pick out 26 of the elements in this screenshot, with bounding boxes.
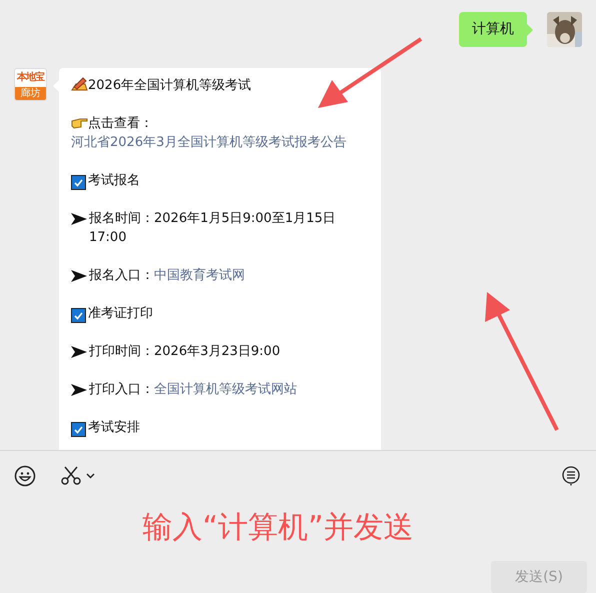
detail-text: 报名时间：2026年1月5日9:00至1月15日17:00 (89, 210, 337, 247)
message-heading: 2026年全国计算机等级考试 (88, 78, 252, 93)
caret-icon[interactable] (86, 472, 95, 478)
emoji-icon[interactable] (14, 464, 36, 486)
section-heading: 准考证打印 (88, 306, 153, 321)
section-heading: 考试安排 (88, 420, 140, 435)
arrowhead-icon (71, 270, 87, 282)
annotation-text: 输入“计算机”并发送 (141, 509, 415, 547)
scissors-icon[interactable] (60, 466, 82, 486)
section-heading: 考试报名 (88, 173, 140, 188)
link[interactable]: 中国教育考试网 (154, 266, 245, 285)
arrowhead-icon (71, 346, 87, 358)
arrowhead-icon (71, 213, 87, 225)
detail-label: 报名入口： (89, 267, 154, 285)
detail-label: 打印入口： (89, 381, 154, 399)
link[interactable]: 河北省2026年3月全国计算机等级考试报考公告 (71, 135, 346, 150)
message-bubble: 计算机 (459, 12, 527, 47)
bubble-tail (527, 24, 533, 36)
arrowhead-icon (71, 384, 87, 396)
pointing-hand-icon (71, 116, 88, 129)
message-text: 点击查看： (88, 116, 153, 131)
logo: 本地宝 廊坊 (14, 68, 47, 101)
chat-history-icon[interactable] (562, 466, 580, 486)
pencil-icon (71, 76, 88, 91)
link[interactable]: 全国计算机等级考试网站 (154, 380, 297, 399)
detail-text: 打印时间：2026年3月23日9:00 (89, 343, 280, 361)
